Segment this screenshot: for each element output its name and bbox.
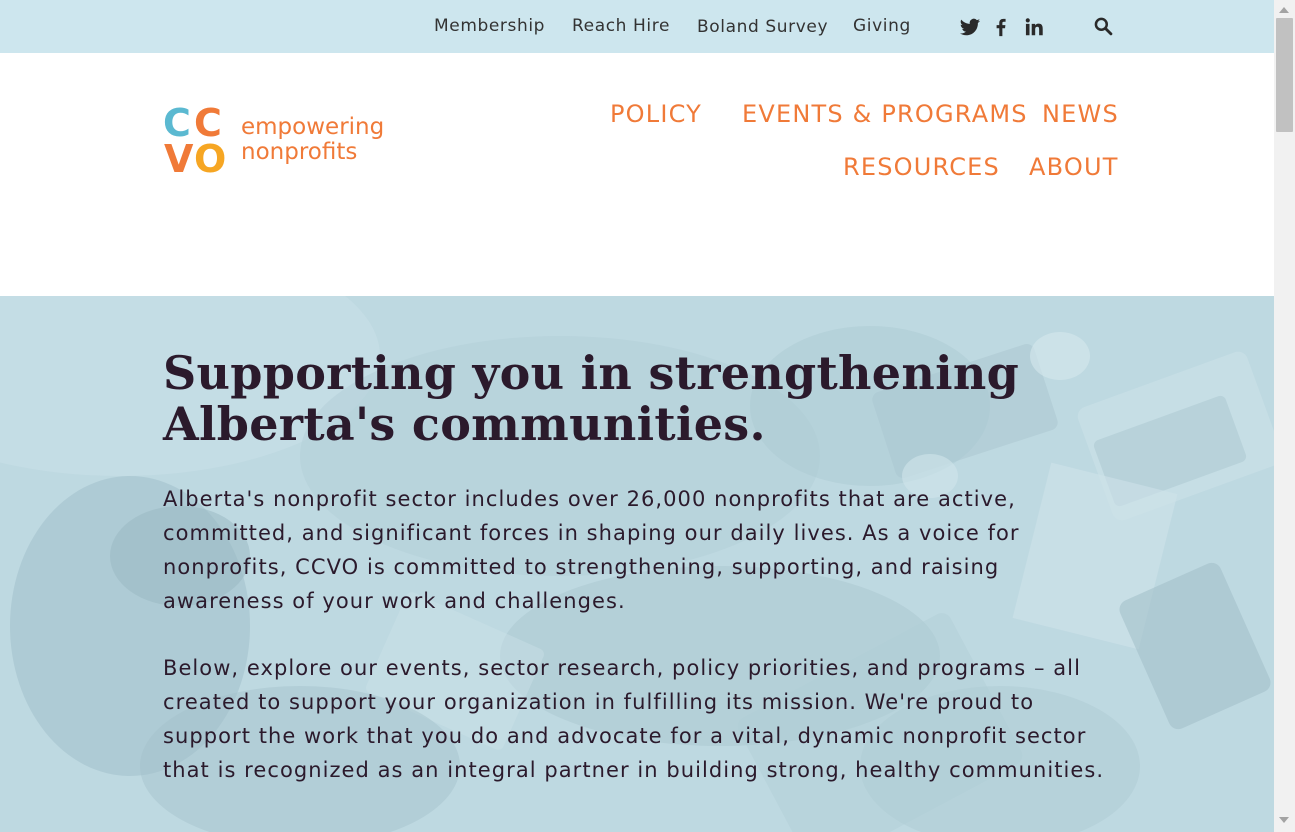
utility-link-membership[interactable]: Membership (434, 16, 545, 36)
scroll-up-arrow-icon[interactable] (1279, 7, 1289, 13)
paragraph-2-line: that is recognized as an integral partne… (163, 758, 1105, 782)
paragraph-2-line: Below, explore our events, sector resear… (163, 656, 1081, 680)
paragraph-1-line: Alberta's nonprofit sector includes over… (163, 487, 1016, 511)
nav-resources[interactable]: RESOURCES (843, 153, 1000, 181)
facebook-icon[interactable] (990, 16, 1012, 38)
hero-title-line1: Supporting you in strengthening (163, 346, 1020, 400)
logo-tagline-line1: empowering (241, 114, 384, 140)
scroll-down-arrow-icon[interactable] (1279, 817, 1289, 823)
utility-link-giving[interactable]: Giving (853, 16, 911, 36)
nav-news[interactable]: NEWS (1042, 100, 1119, 128)
logo-letter-v: V (164, 137, 194, 176)
ccvo-logo[interactable]: C C V O empowering nonprofits (163, 104, 403, 176)
paragraph-1-line: nonprofits, CCVO is committed to strengt… (163, 555, 1000, 579)
logo-tagline-line2: nonprofits (241, 139, 357, 165)
paragraph-2-line: created to support your organization in … (163, 690, 1035, 714)
page-scrollbar[interactable] (1274, 0, 1295, 832)
nav-events-programs[interactable]: EVENTS & PROGRAMS (742, 100, 1028, 128)
paragraph-1-line: awareness of your work and challenges. (163, 589, 626, 613)
page: Membership Reach Hire Boland Survey Givi… (0, 0, 1274, 832)
logo-letter-o: O (194, 137, 226, 176)
hero-title-line2: Alberta's communities. (163, 397, 766, 451)
utility-link-reach-hire[interactable]: Reach Hire (572, 16, 670, 36)
hero-title: Supporting you in strengthening Alberta'… (163, 348, 1063, 450)
search-icon[interactable] (1093, 16, 1113, 36)
utility-link-boland-survey[interactable]: Boland Survey (697, 17, 828, 37)
paragraph-1-line: committed, and significant forces in sha… (163, 521, 1020, 545)
scroll-thumb[interactable] (1276, 18, 1293, 132)
hero-paragraph-2: Below, explore our events, sector resear… (163, 651, 1123, 787)
linkedin-icon[interactable] (1023, 16, 1045, 38)
twitter-icon[interactable] (959, 16, 981, 38)
paragraph-2-line: support the work that you do and advocat… (163, 724, 1087, 748)
nav-about[interactable]: ABOUT (1029, 153, 1119, 181)
hero-section: Supporting you in strengthening Alberta'… (0, 296, 1274, 832)
hero-paragraph-1: Alberta's nonprofit sector includes over… (163, 482, 1123, 618)
utility-bar: Membership Reach Hire Boland Survey Givi… (0, 0, 1274, 53)
nav-policy[interactable]: POLICY (610, 100, 702, 128)
